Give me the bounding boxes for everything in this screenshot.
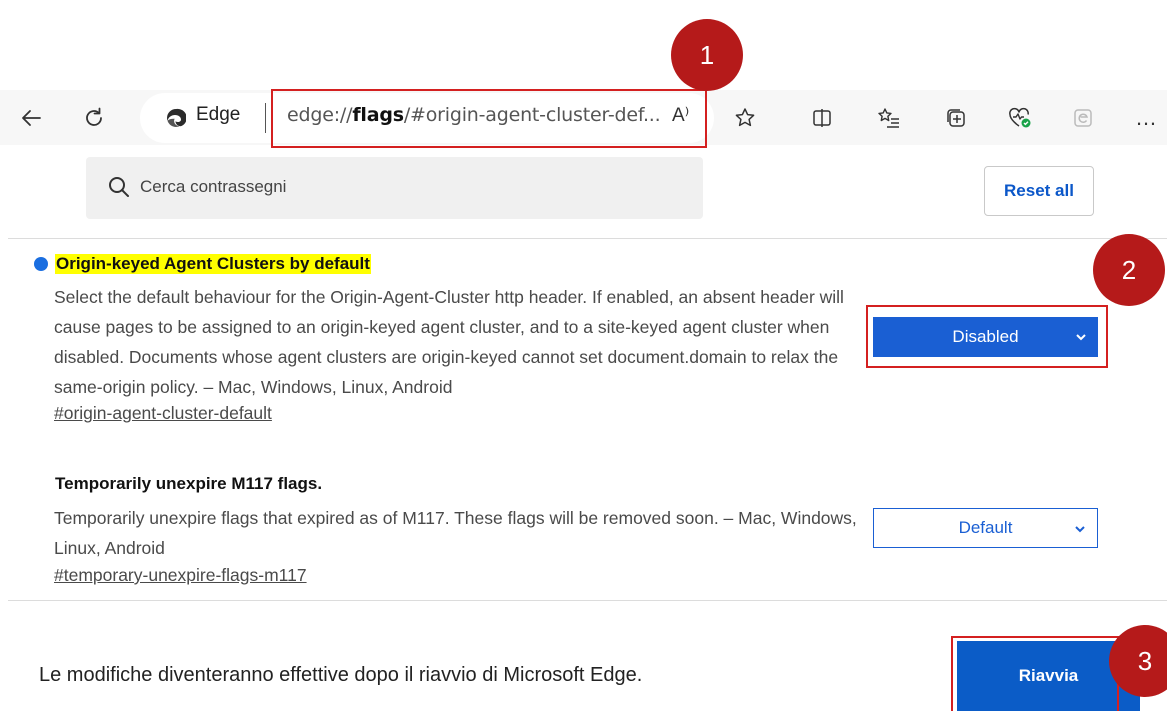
address-separator (265, 103, 266, 133)
search-icon (109, 177, 129, 197)
search-input[interactable] (140, 172, 680, 202)
favorites-list-icon[interactable] (872, 100, 906, 136)
more-options-icon[interactable]: … (1128, 100, 1164, 136)
divider (8, 238, 1167, 239)
annotation-badge: 2 (1093, 234, 1165, 306)
split-screen-icon[interactable] (805, 100, 839, 136)
site-identity-label: Edge (196, 104, 241, 125)
modified-indicator-dot (34, 257, 48, 271)
reset-all-button[interactable]: Reset all (984, 166, 1094, 216)
annotation-box-3 (951, 636, 1119, 711)
flag-state-select[interactable]: Default (873, 508, 1098, 548)
refresh-icon[interactable] (76, 100, 112, 136)
annotation-box-2 (866, 305, 1108, 368)
flag-description: Temporarily unexpire flags that expired … (54, 508, 857, 558)
collections-icon[interactable] (939, 100, 973, 136)
edge-logo-icon (167, 108, 186, 127)
browser-essentials-icon[interactable] (1003, 100, 1037, 136)
chevron-down-icon (1075, 526, 1085, 533)
flag-title: Origin-keyed Agent Clusters by default (55, 254, 371, 274)
annotation-badge: 1 (671, 19, 743, 91)
annotation-box-1 (271, 89, 707, 148)
flag-description: Select the default behaviour for the Ori… (54, 287, 844, 397)
back-arrow-icon[interactable] (14, 100, 48, 136)
extension-disabled-icon[interactable] (1066, 100, 1100, 136)
select-value: Default (958, 518, 1013, 537)
favorite-star-icon[interactable] (728, 100, 762, 136)
divider (8, 600, 1167, 601)
flag-title: Temporarily unexpire M117 flags. (55, 474, 323, 493)
flag-anchor-link[interactable]: #temporary-unexpire-flags-m117 (54, 565, 307, 586)
flag-anchor-link[interactable]: #origin-agent-cluster-default (54, 403, 272, 424)
restart-notice: Le modifiche diventeranno effettive dopo… (39, 664, 643, 686)
